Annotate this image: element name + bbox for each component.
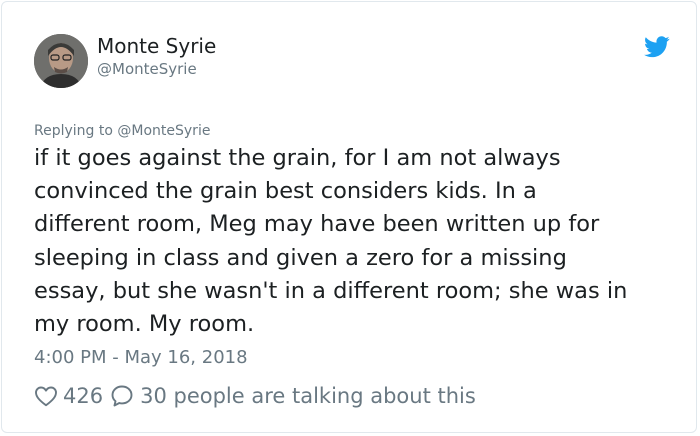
tweet-text-line: my room. My room. xyxy=(34,311,255,338)
replying-to-prefix: Replying to xyxy=(34,123,118,139)
heart-icon[interactable] xyxy=(34,385,58,407)
replying-to: Replying to @MonteSyrie xyxy=(34,122,210,140)
tweet-text-line: essay, but she wasn't in a different roo… xyxy=(34,277,628,304)
like-count[interactable]: 426 xyxy=(63,384,103,408)
tweet-card: Monte Syrie @MonteSyrie Replying to @Mon… xyxy=(1,1,697,433)
talking-count-link[interactable]: 30 people are talking about this xyxy=(140,384,476,408)
tweet-timestamp[interactable]: 4:00 PM - May 16, 2018 xyxy=(34,347,248,369)
tweet-text-line: sleeping in class and given a zero for a… xyxy=(34,244,567,271)
avatar-photo xyxy=(34,34,88,88)
author-handle[interactable]: @MonteSyrie xyxy=(97,60,197,78)
tweet-text: if it goes against the grain, for I am n… xyxy=(34,142,674,341)
twitter-bird-icon[interactable] xyxy=(644,36,670,58)
speech-bubble-icon[interactable] xyxy=(110,384,134,408)
tweet-text-line: convinced the grain best considers kids.… xyxy=(34,178,537,205)
tweet-text-line: different room, Meg may have been writte… xyxy=(34,211,600,238)
tweet-text-line: if it goes against the grain, for I am n… xyxy=(34,145,561,171)
avatar[interactable] xyxy=(34,34,88,88)
author-display-name[interactable]: Monte Syrie xyxy=(97,34,216,58)
tweet-actions: 426 30 people are talking about this xyxy=(34,382,476,410)
reply-mention-link[interactable]: @MonteSyrie xyxy=(117,123,210,139)
